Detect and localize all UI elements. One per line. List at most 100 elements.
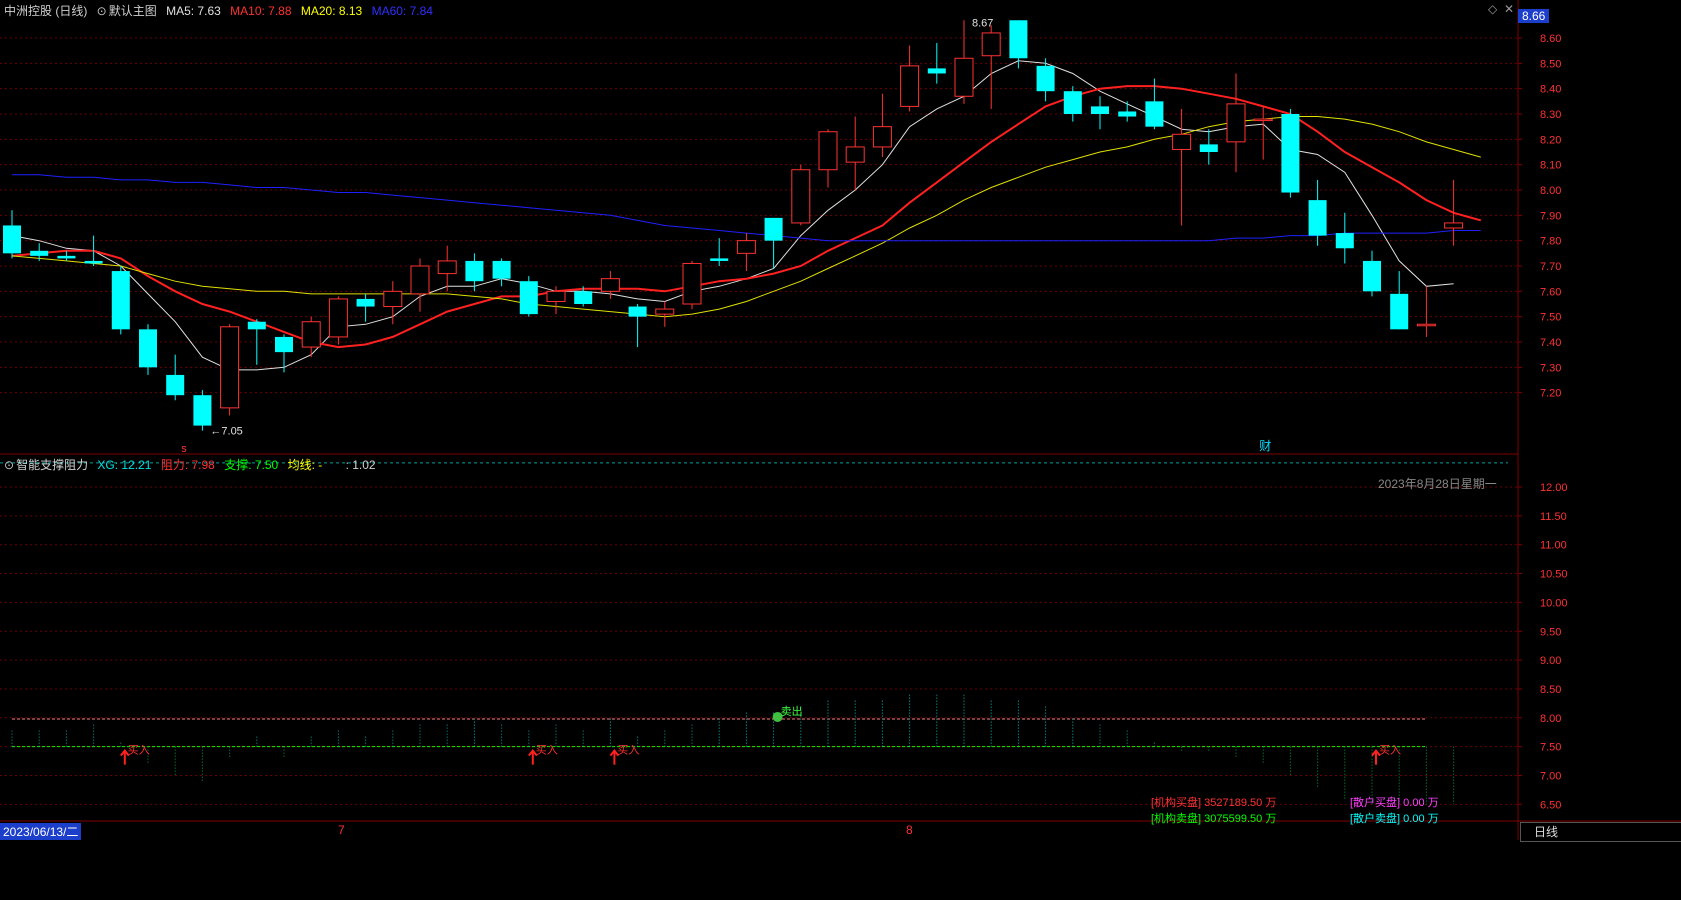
avg-label: 均线: - bbox=[287, 458, 323, 472]
extra-label: : 1.02 bbox=[345, 458, 376, 472]
main-tick-label: 7.80 bbox=[1540, 236, 1561, 248]
candle-body bbox=[546, 290, 566, 302]
indicator-tick-label: 10.50 bbox=[1540, 569, 1568, 581]
main-tick-label: 7.90 bbox=[1540, 210, 1561, 222]
indicator-tick-label: 9.50 bbox=[1540, 626, 1561, 638]
main-tick-label: 7.50 bbox=[1540, 312, 1561, 324]
main-tick-label: 8.10 bbox=[1540, 160, 1561, 172]
candle-body bbox=[275, 336, 293, 353]
candle-body bbox=[927, 68, 946, 74]
candle-body bbox=[1199, 144, 1218, 152]
indicator-header: ⊙ 智能支撑阻力 XG: 12.21 阻力: 7.98 支撑: 7.50 均线: … bbox=[4, 456, 382, 473]
buy-label: 买入 bbox=[536, 744, 558, 757]
candle-body bbox=[328, 298, 348, 338]
indicator-tick-label: 11.50 bbox=[1540, 511, 1567, 523]
support-label: 支撑: 7.50 bbox=[224, 458, 279, 472]
candle-body bbox=[57, 255, 76, 259]
buy-label: 买入 bbox=[128, 744, 150, 757]
candle-body bbox=[1281, 113, 1300, 193]
sell-label: 卖出 bbox=[781, 704, 803, 718]
main-tick-label: 8.30 bbox=[1540, 109, 1561, 121]
candle-body bbox=[1036, 65, 1055, 92]
month-7-label: 7 bbox=[338, 823, 345, 837]
candle-body bbox=[247, 321, 266, 330]
candle-body bbox=[764, 217, 783, 241]
indicator-tick-label: 12.00 bbox=[1540, 482, 1568, 494]
ma20-line bbox=[11, 116, 1481, 318]
retail-sell-stat: [散户卖盘] 0.00 万 bbox=[1350, 813, 1439, 825]
candle-body bbox=[1226, 103, 1246, 143]
ma60-line bbox=[12, 174, 1481, 242]
stock-title: 中洲控股 (日线) bbox=[4, 4, 88, 18]
kline-chart[interactable]: 7.20 7.30 7.40 7.50 7.60 7.70 7.80 7.90 8.00 8.10… bbox=[0, 0, 1681, 900]
period-label: 日线 bbox=[1534, 825, 1559, 839]
candle-body bbox=[166, 374, 185, 396]
candle-body bbox=[301, 321, 321, 348]
candle-body bbox=[193, 395, 212, 426]
ma10-label: MA10: 7.88 bbox=[230, 4, 292, 18]
main-tick-label: 7.20 bbox=[1540, 388, 1561, 400]
candle-body bbox=[519, 281, 538, 315]
candle-body bbox=[1308, 200, 1327, 236]
main-tick-label: 7.40 bbox=[1540, 337, 1561, 349]
low-price-label: ←7.05 bbox=[210, 426, 242, 438]
month-8-label: 8 bbox=[906, 823, 913, 837]
candle-body bbox=[600, 278, 620, 292]
candle-body bbox=[791, 169, 811, 224]
candle-body bbox=[1444, 222, 1464, 229]
candle-body bbox=[872, 126, 892, 148]
ma20-label: MA20: 8.13 bbox=[300, 4, 363, 18]
buy-label: 买入 bbox=[1379, 744, 1401, 757]
candle-body bbox=[574, 291, 593, 304]
candle-body bbox=[655, 308, 675, 315]
candle-body bbox=[628, 306, 647, 317]
main-tick-label: 7.60 bbox=[1540, 286, 1561, 298]
ma5-label: MA5: 7.63 bbox=[166, 4, 221, 18]
candle-body bbox=[981, 32, 1001, 57]
indicator-selector-icon[interactable]: ⊙ bbox=[4, 458, 14, 472]
indicator-tick-label: 7.00 bbox=[1540, 771, 1561, 783]
main-tick-label: 8.00 bbox=[1540, 185, 1561, 197]
candle-body bbox=[900, 65, 920, 107]
candle-body bbox=[710, 258, 729, 261]
inst-buy-stat: [机构买盘] 3527189.50 万 bbox=[1151, 797, 1277, 809]
buy-label: 买入 bbox=[617, 744, 639, 757]
candle-body bbox=[139, 329, 157, 368]
candle-body bbox=[383, 290, 403, 308]
candle-body bbox=[437, 260, 457, 275]
candle-body bbox=[111, 271, 130, 330]
indicator-tick-label: 6.50 bbox=[1540, 799, 1561, 811]
start-date-box: 2023/06/13/二 bbox=[0, 823, 82, 840]
indicator-tick-label: 9.00 bbox=[1540, 655, 1561, 667]
candle-body bbox=[1172, 133, 1192, 150]
candle-body bbox=[220, 326, 240, 409]
candle-body bbox=[1118, 111, 1137, 117]
high-price-label: 8.67 bbox=[972, 17, 993, 29]
main-tick-label: 8.20 bbox=[1540, 134, 1561, 146]
main-chart-selector[interactable]: 默认主图 bbox=[109, 4, 157, 18]
main-tick-label: 7.30 bbox=[1540, 362, 1561, 374]
indicator-tick-label: 8.00 bbox=[1540, 713, 1561, 725]
candle-body bbox=[84, 260, 103, 264]
candle-body bbox=[3, 225, 21, 254]
period-button[interactable]: 日线 bbox=[1520, 822, 1681, 842]
s-marker: s bbox=[181, 443, 187, 455]
main-chart-selector-icon[interactable]: ⊙ bbox=[97, 4, 107, 18]
candle-body bbox=[1063, 91, 1082, 114]
candle-body bbox=[682, 262, 702, 305]
candle-body bbox=[465, 260, 484, 282]
main-tick-label: 8.60 bbox=[1540, 33, 1561, 45]
indicator-tick-label: 11.00 bbox=[1540, 540, 1567, 552]
indicator-tick-label: 8.50 bbox=[1540, 684, 1561, 696]
candle-body bbox=[954, 57, 974, 97]
candle-body bbox=[1253, 118, 1273, 122]
candle-body bbox=[1390, 293, 1409, 330]
candle-body bbox=[845, 146, 865, 163]
indicator-name[interactable]: 智能支撑阻力 bbox=[16, 458, 88, 472]
close-icon[interactable]: ✕ bbox=[1504, 2, 1514, 16]
finance-marker: 财 bbox=[1259, 439, 1271, 453]
candle-body bbox=[736, 240, 756, 254]
date-label: 2023年8月28日星期一 bbox=[1378, 477, 1497, 491]
diamond-icon[interactable]: ◇ bbox=[1488, 2, 1497, 16]
candle-body bbox=[30, 250, 49, 256]
